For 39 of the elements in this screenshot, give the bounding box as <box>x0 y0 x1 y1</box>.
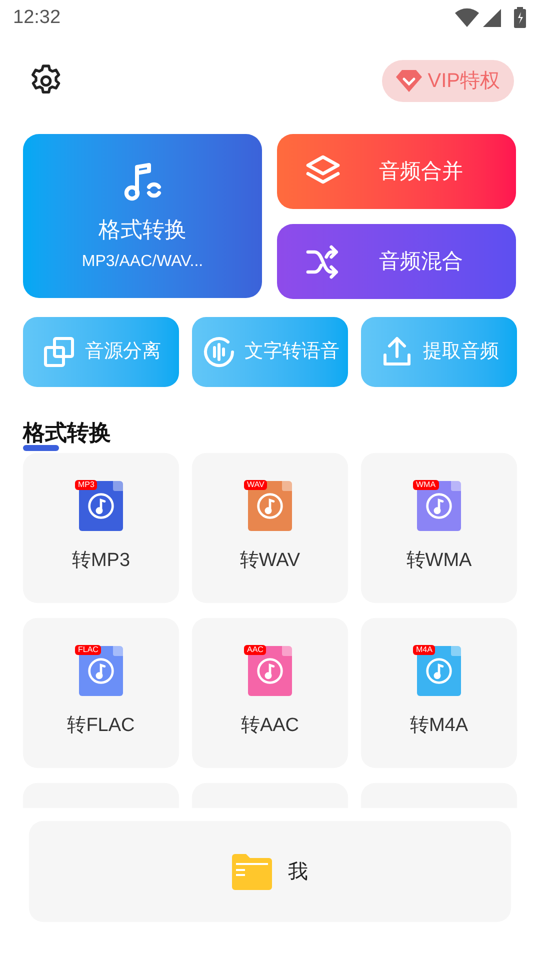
format-label: 转AAC <box>240 714 300 738</box>
copy-icon <box>41 334 77 370</box>
format-label: 转M4A <box>410 714 468 738</box>
bottom-bar-label: 我 <box>288 860 308 884</box>
format-card[interactable]: AAC 转AAC <box>192 618 348 768</box>
format-card[interactable]: WMA 转WMA <box>361 453 517 603</box>
music-note-icon <box>425 492 453 520</box>
tool-card[interactable]: 音频混合 <box>277 224 516 299</box>
signal-icon <box>482 8 502 28</box>
format-card[interactable]: M4A 转M4A <box>361 618 517 768</box>
music-note-icon <box>425 657 453 685</box>
diamond-icon <box>396 69 422 93</box>
battery-icon <box>513 7 527 29</box>
format-tag: WMA <box>413 480 439 490</box>
format-tag: MP3 <box>75 480 98 490</box>
format-tag: M4A <box>413 645 436 655</box>
wifi-icon <box>455 8 479 28</box>
format-tag: AAC <box>244 645 266 655</box>
format-convert-card[interactable]: 格式转换 MP3/AAC/WAV... <box>23 134 262 298</box>
format-card[interactable]: MP3 转MP3 <box>23 453 179 603</box>
music-note-icon <box>256 657 284 685</box>
format-label: 转WMA <box>406 549 472 573</box>
card-subtitle: MP3/AAC/WAV... <box>82 252 204 272</box>
format-label: 转MP3 <box>72 549 130 573</box>
format-tag: WAV <box>244 480 268 490</box>
folder-icon <box>232 854 272 890</box>
card-title: 格式转换 <box>98 216 186 244</box>
format-tag: FLAC <box>75 645 102 655</box>
music-note-icon <box>87 492 115 520</box>
section-title: 格式转换 <box>23 421 111 445</box>
title-underline <box>23 445 59 451</box>
format-label: 转FLAC <box>67 714 135 738</box>
format-label: 转WAV <box>240 549 300 573</box>
bottom-bar[interactable]: 我 <box>29 821 511 922</box>
status-time: 12:32 <box>13 6 61 30</box>
music-note-icon <box>256 492 284 520</box>
format-card[interactable]: FLAC 转FLAC <box>23 618 179 768</box>
format-card[interactable]: WAV 转WAV <box>192 453 348 603</box>
music-note-icon <box>87 657 115 685</box>
